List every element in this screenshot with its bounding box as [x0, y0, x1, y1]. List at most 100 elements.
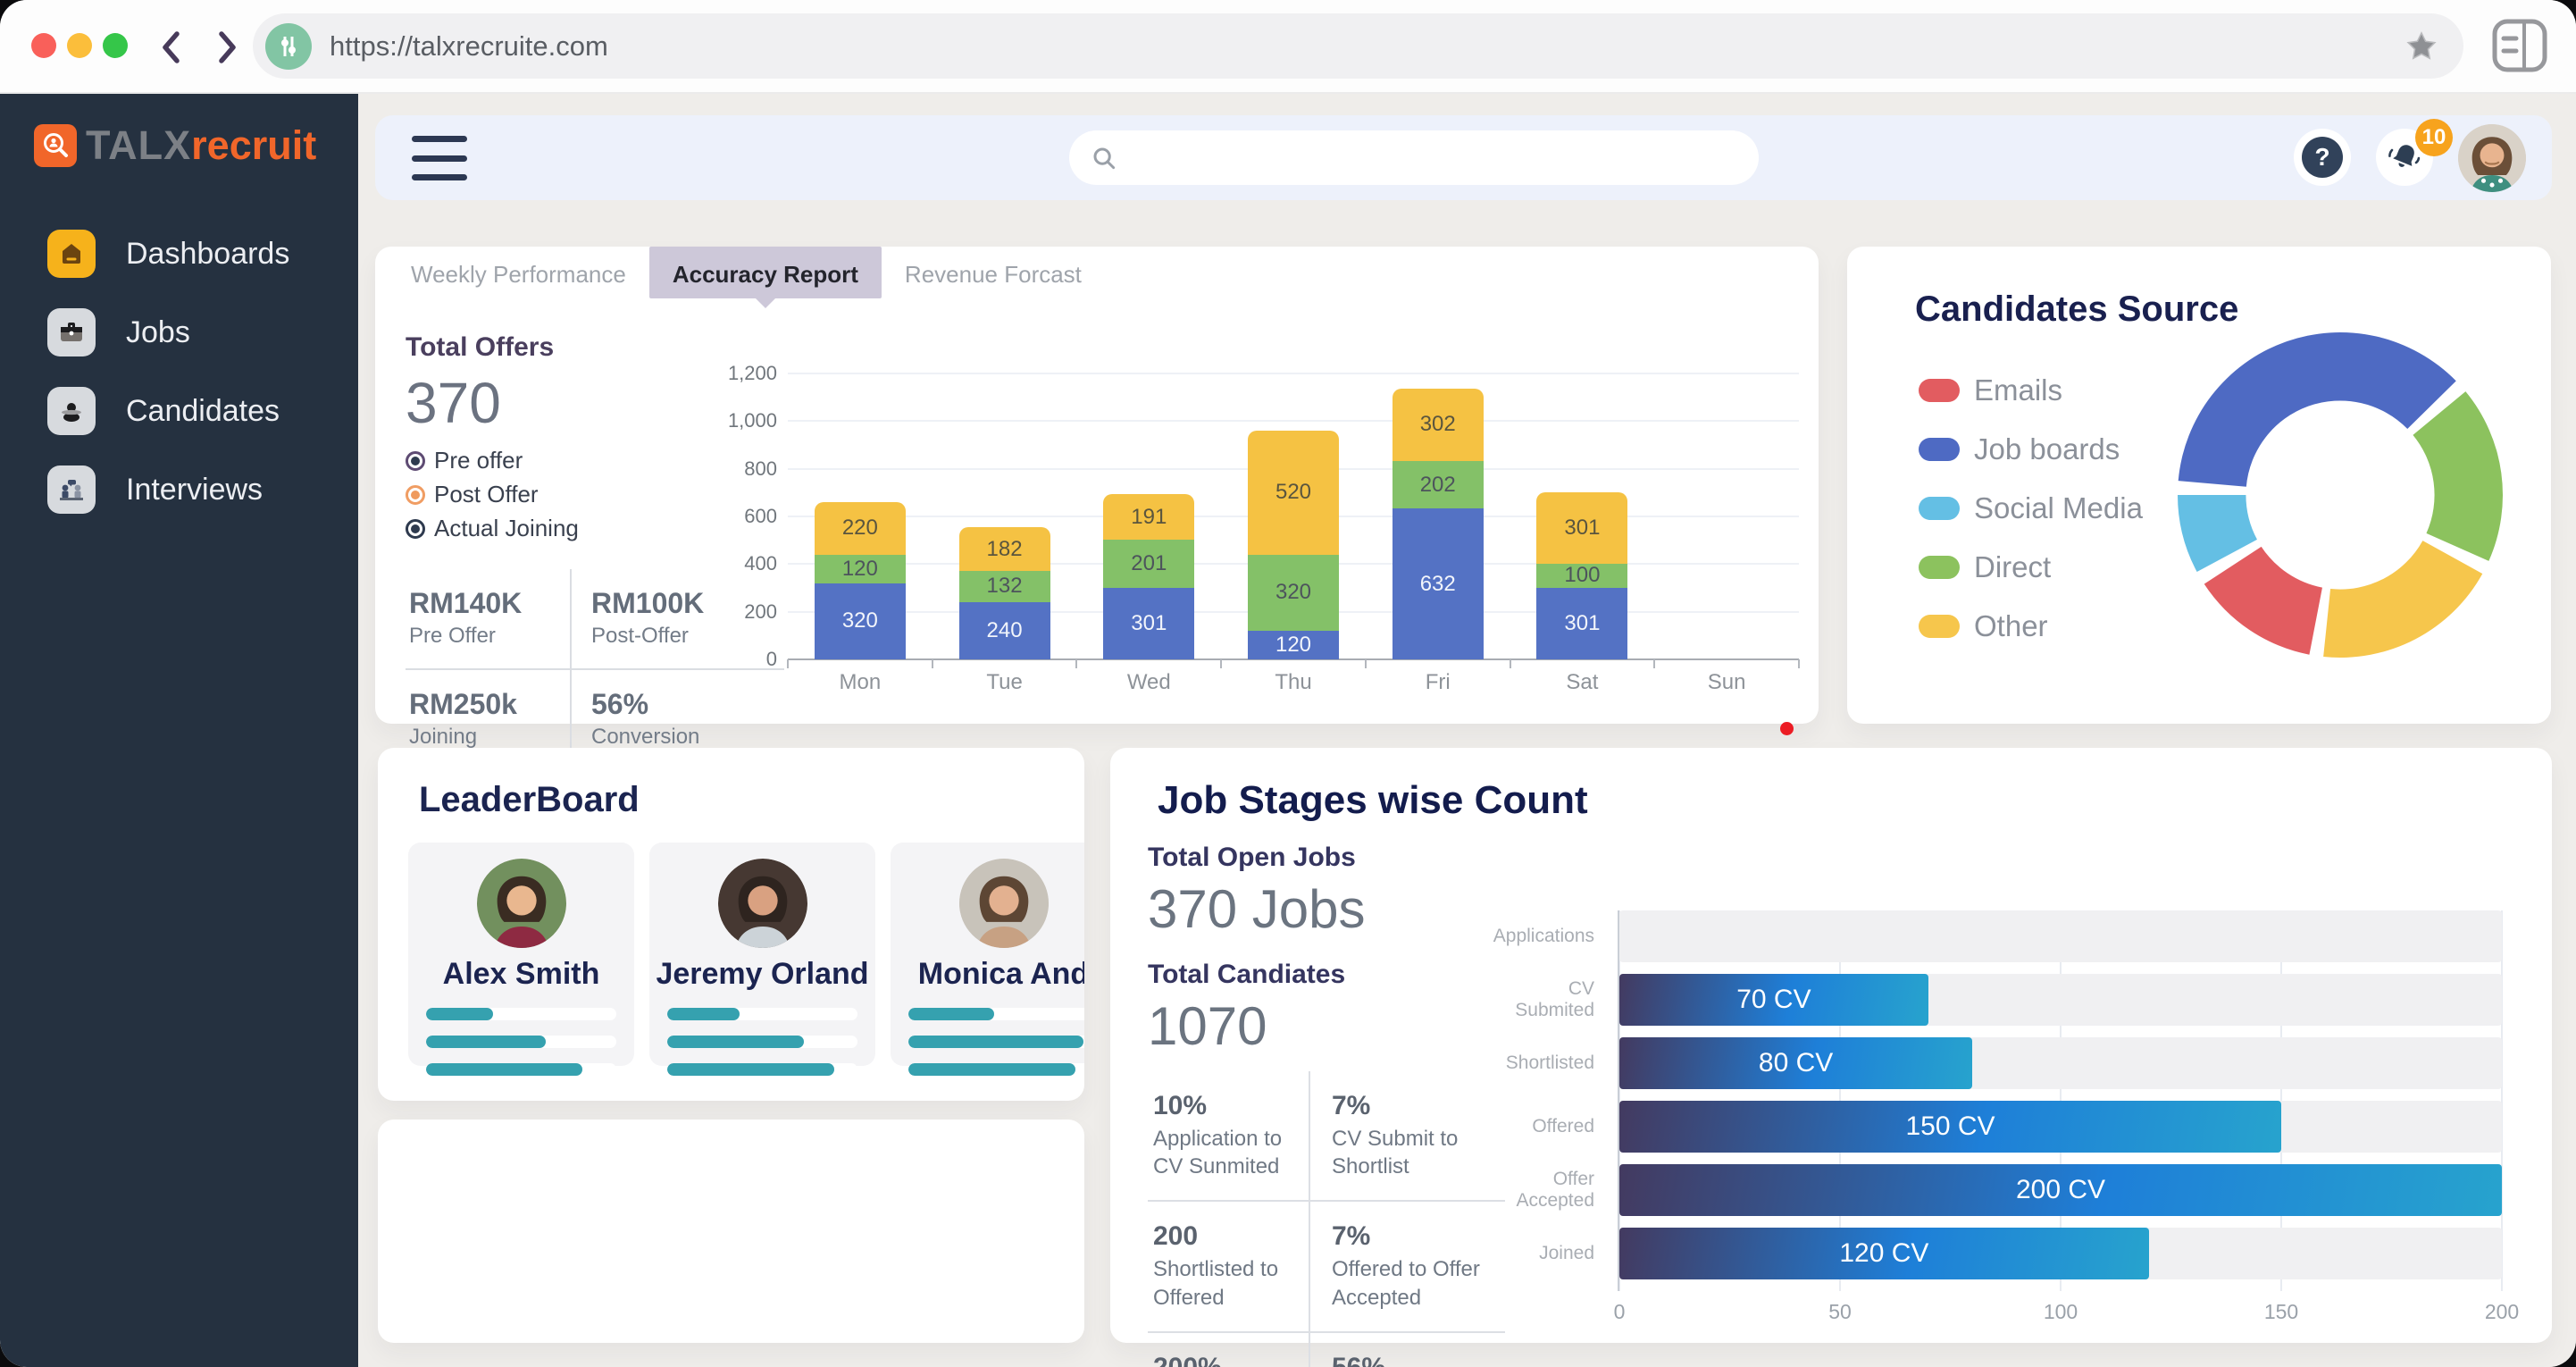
- x-axis-labels: 050100150200: [1619, 1300, 2502, 1327]
- x-axis-tick-label: 50: [1828, 1300, 1852, 1324]
- tab-weekly-performance[interactable]: Weekly Performance: [388, 247, 649, 298]
- category-label: CV Submited: [1485, 978, 1607, 1021]
- app-sidebar: TALXrecruit Dashboards Jobs Candidates: [0, 94, 358, 1367]
- y-axis-tick-label: 0: [709, 648, 777, 671]
- sidebar-item-jobs[interactable]: Jobs: [0, 308, 358, 356]
- job-stat-cell: 7%Offered to Offer Accepted: [1310, 1202, 1505, 1332]
- legend-social-media: Social Media: [1919, 491, 2143, 525]
- bar-segment: 220: [815, 502, 906, 555]
- x-axis-tick: [787, 659, 789, 668]
- sidebar-item-interviews[interactable]: Interviews: [0, 465, 358, 514]
- sidebar-item-dashboards[interactable]: Dashboards: [0, 230, 358, 278]
- bar-segment: 191: [1103, 494, 1194, 540]
- legend-label: Other: [1974, 609, 2048, 643]
- tab-revenue-forcast[interactable]: Revenue Forcast: [882, 247, 1105, 298]
- x-axis-tick: [1510, 659, 1511, 668]
- x-axis-tick-label: 0: [1614, 1300, 1626, 1324]
- leaderboard-tiles: Alex Smith Jeremy OrlandMonica And: [408, 843, 1084, 1077]
- bar-slot-sat: 301100301: [1510, 373, 1655, 659]
- bar-track-zone: 200 CV: [1619, 1164, 2502, 1216]
- help-button[interactable]: ?: [2294, 129, 2351, 186]
- bar-rows: Applications CV Submited 70 CV Shortlisted 8…: [1485, 910, 2522, 1291]
- question-mark-icon: ?: [2302, 137, 2343, 178]
- search-icon: [1091, 145, 1117, 172]
- x-axis-tick-label: Thu: [1275, 670, 1311, 695]
- job-stat-label: Offered to Offer Accepted: [1332, 1255, 1496, 1311]
- bar: 200 CV: [1619, 1164, 2502, 1216]
- donut-slice-job-boards: [2179, 332, 2456, 487]
- x-axis-tick-label: 200: [2485, 1300, 2519, 1324]
- bar-row-applications: Applications: [1485, 910, 2522, 962]
- member-name: Alex Smith: [408, 957, 634, 992]
- user-avatar[interactable]: [2458, 124, 2526, 192]
- donut-slice-direct: [2413, 391, 2503, 561]
- progress-fill: [908, 1063, 1075, 1076]
- bar: 80 CV: [1619, 1037, 1972, 1089]
- stat-label: Post-Offer: [591, 624, 784, 649]
- brand-name-secondary: recruit: [191, 122, 316, 169]
- search-bar[interactable]: [1069, 130, 1759, 185]
- briefcase-icon: [47, 308, 96, 356]
- progress-fill: [667, 1008, 740, 1020]
- stat-value: RM140K: [409, 587, 570, 620]
- window-minimize-button[interactable]: [67, 33, 92, 58]
- total-candidates-label: Total Candiates: [1148, 960, 1505, 990]
- bar-segment: 520: [1248, 431, 1339, 555]
- bar-segment: 201: [1103, 540, 1194, 588]
- search-input[interactable]: [1130, 143, 1737, 173]
- forward-button[interactable]: [205, 27, 247, 68]
- stat-pre-offer: RM140K Pre Offer: [406, 569, 572, 670]
- bar-segment: 301: [1536, 492, 1627, 564]
- stat-label: Conversion: [591, 725, 784, 750]
- bar: 150 CV: [1619, 1101, 2281, 1153]
- hamburger-menu-icon[interactable]: [412, 136, 469, 180]
- member-progress-bars: [649, 992, 875, 1076]
- progress-track: [426, 1063, 616, 1076]
- tab-accuracy-report[interactable]: Accuracy Report: [649, 247, 882, 298]
- y-axis-tick-label: 1,000: [709, 409, 777, 432]
- legend-label: Social Media: [1974, 491, 2143, 525]
- total-offers-label: Total Offers: [406, 332, 784, 363]
- radio-icon: [406, 451, 425, 471]
- url-input[interactable]: [328, 29, 2405, 63]
- category-label: Offered: [1485, 1116, 1607, 1137]
- url-bar[interactable]: [253, 13, 2463, 79]
- window-zoom-button[interactable]: [103, 33, 128, 58]
- bar-track-zone: 70 CV: [1619, 974, 2502, 1026]
- bar-slot-mon: 320120220: [788, 373, 933, 659]
- legend-swatch: [1919, 615, 1960, 638]
- accuracy-report-card: Weekly Performance Accuracy Report Reven…: [375, 247, 1819, 724]
- window-close-button[interactable]: [31, 33, 56, 58]
- bar-columns: 3201202202401321823012011911203205206322…: [788, 373, 1799, 659]
- legend-swatch: [1919, 438, 1960, 461]
- bar-row-offer-accepted: Offer Accepted 200 CV: [1485, 1164, 2522, 1216]
- progress-fill: [667, 1036, 804, 1048]
- progress-fill: [667, 1063, 834, 1076]
- sidebar-nav: Dashboards Jobs Candidates Interviews: [0, 230, 358, 514]
- bar-row-offered: Offered 150 CV: [1485, 1101, 2522, 1153]
- back-button[interactable]: [152, 27, 193, 68]
- sidebar-item-label: Candidates: [126, 394, 280, 429]
- job-stat-label: Application to CV Sunmited: [1153, 1125, 1300, 1180]
- leaderboard-tile[interactable]: Alex Smith: [408, 843, 634, 1066]
- category-label: Joined: [1485, 1243, 1607, 1264]
- leaderboard-tile[interactable]: Monica And: [891, 843, 1084, 1066]
- bar-segment: 320: [1248, 555, 1339, 631]
- job-stat-value: 10%: [1153, 1091, 1300, 1121]
- category-label: Offer Accepted: [1485, 1169, 1607, 1212]
- empty-card: [378, 1120, 1084, 1343]
- sidebar-item-candidates[interactable]: Candidates: [0, 387, 358, 435]
- progress-track: [908, 1008, 1084, 1020]
- progress-fill: [426, 1036, 546, 1048]
- progress-fill: [908, 1008, 994, 1020]
- leaderboard-tile[interactable]: Jeremy Orland: [649, 843, 875, 1066]
- sidebar-item-label: Dashboards: [126, 237, 289, 272]
- brand-logo[interactable]: TALXrecruit: [0, 94, 358, 169]
- sidebar-toggle-icon[interactable]: [2492, 19, 2547, 72]
- x-axis-tick: [1653, 659, 1655, 668]
- category-label: Shortlisted: [1485, 1053, 1607, 1074]
- stat-value: 56%: [591, 688, 784, 721]
- bookmark-star-icon[interactable]: [2405, 29, 2438, 63]
- bar-segment: 320: [815, 583, 906, 659]
- offers-summary-panel: Total Offers 370 Pre offer Post Offer Ac…: [406, 332, 784, 769]
